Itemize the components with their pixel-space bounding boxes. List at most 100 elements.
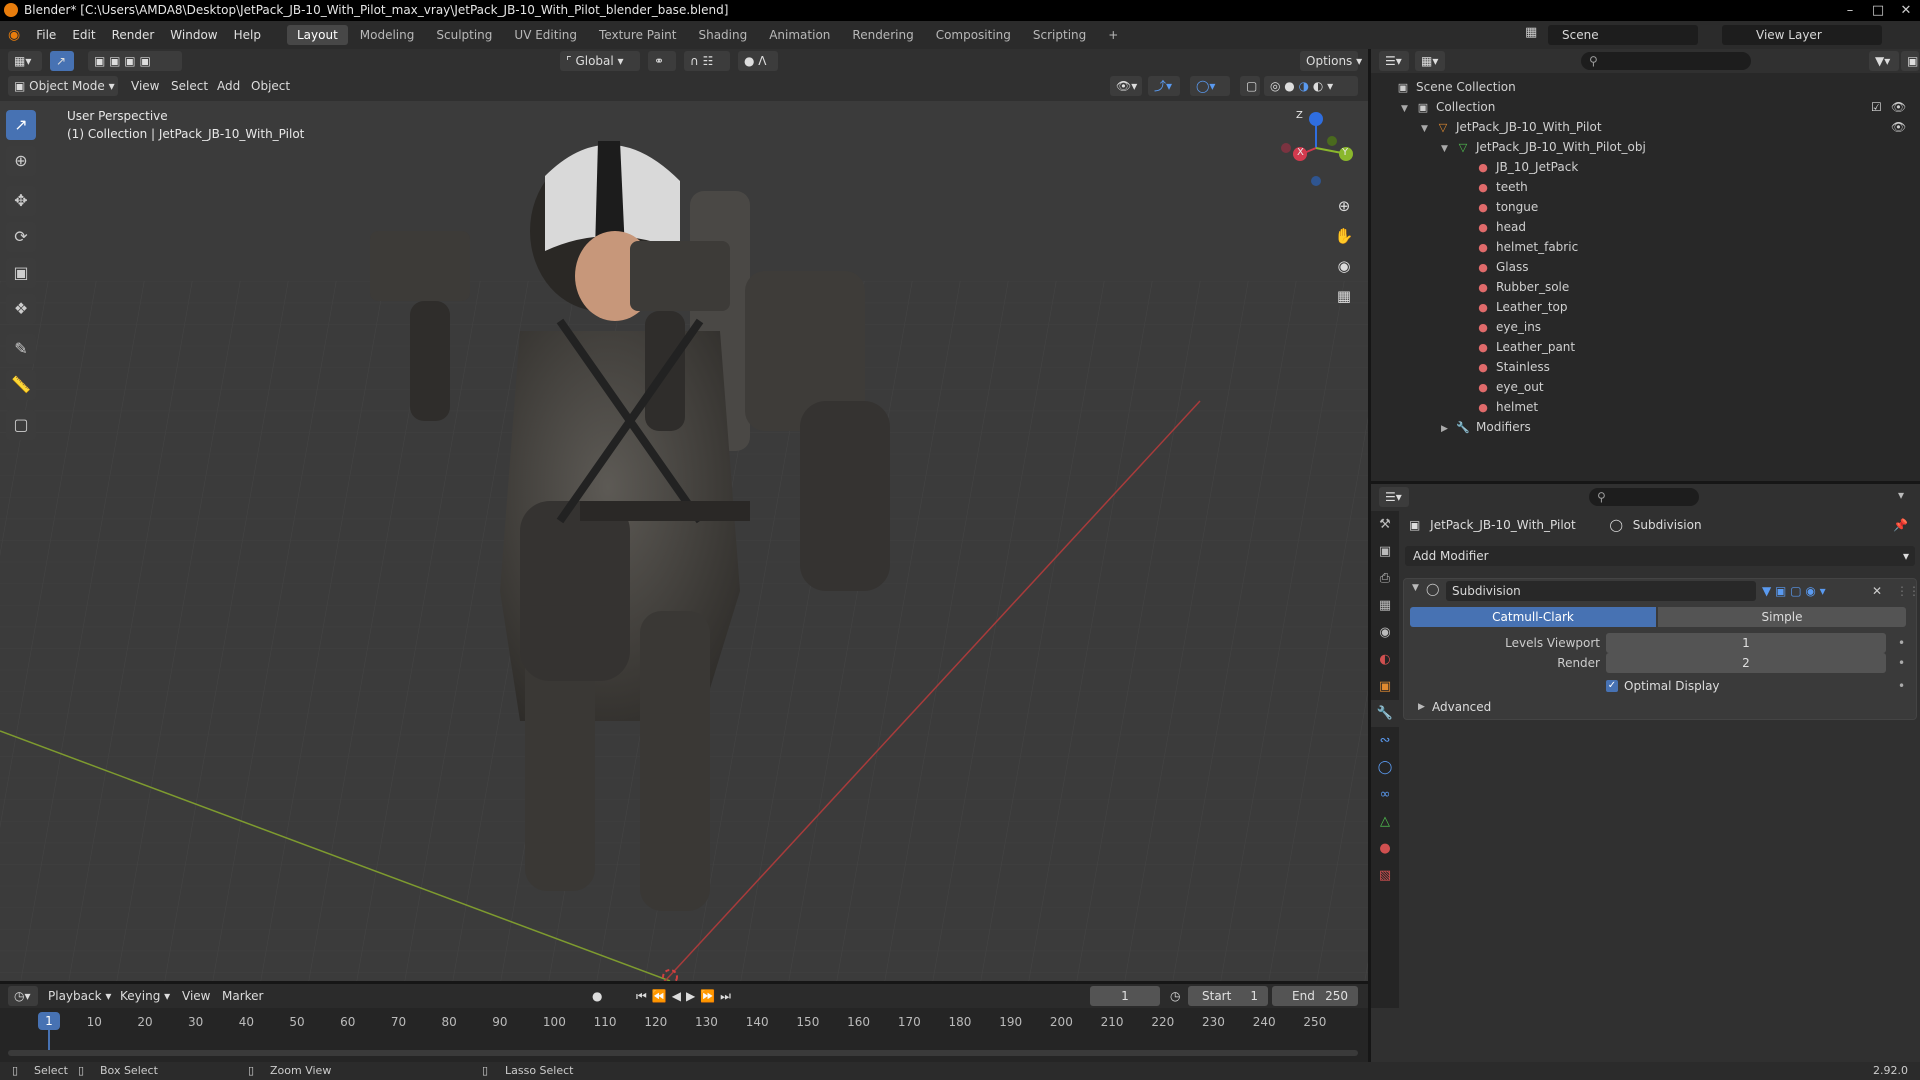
scene-icon[interactable]: ▦ xyxy=(1525,25,1545,45)
cursor-tool-icon[interactable]: ⊕ xyxy=(6,146,36,176)
outliner-search-input[interactable]: ⚲ xyxy=(1581,52,1751,70)
start-frame-field[interactable]: Start 1 xyxy=(1188,986,1268,1006)
keyframe-dot-icon[interactable]: • xyxy=(1898,633,1905,653)
add-cube-tool-icon[interactable]: ▢ xyxy=(6,410,36,440)
data-tab-icon[interactable]: △ xyxy=(1371,808,1399,835)
outliner-row[interactable]: ▼ ▣ Collection 👁 ☑ xyxy=(1401,97,1920,117)
outliner-row[interactable]: ● Glass xyxy=(1461,257,1920,277)
properties-options-icon[interactable]: ▾ xyxy=(1898,488,1904,502)
blender-menu-icon[interactable]: ◉ xyxy=(0,27,28,43)
material-tab-icon[interactable]: ● xyxy=(1371,835,1399,862)
select-mode-icon[interactable]: ↗ xyxy=(50,51,74,71)
outliner-row[interactable]: ▼ ▽ JetPack_JB-10_With_Pilot_obj xyxy=(1441,137,1920,157)
timeline-editor-type-icon[interactable]: ◷▾ xyxy=(8,986,38,1006)
zoom-icon[interactable]: ⊕ xyxy=(1331,193,1357,219)
playback-controls[interactable]: ⏮⏪◀▶⏩⏭ xyxy=(636,986,736,1006)
pivot-point-icon[interactable]: ⚭ xyxy=(648,51,676,71)
tab-rendering[interactable]: Rendering xyxy=(842,25,923,45)
outliner-row[interactable]: ▶ 🔧 Modifiers xyxy=(1441,417,1920,437)
outliner-editor-type-icon[interactable]: ☰▾ xyxy=(1379,51,1409,71)
annotate-tool-icon[interactable]: ✎ xyxy=(6,334,36,364)
outliner-row[interactable]: ● helmet xyxy=(1461,397,1920,417)
timeline-scrollbar[interactable] xyxy=(8,1050,1358,1056)
outliner-row[interactable]: ▼ ▽ JetPack_JB-10_With_Pilot 👁 xyxy=(1421,117,1920,137)
output-tab-icon[interactable]: ⎙ xyxy=(1371,565,1399,592)
scene-selector[interactable]: Scene xyxy=(1548,25,1698,45)
display-mode-icon[interactable]: ▦▾ xyxy=(1415,51,1445,71)
add-modifier-dropdown[interactable]: Add Modifier ▾ xyxy=(1405,546,1915,566)
editor-type-button[interactable]: ▦▾ xyxy=(8,51,42,71)
snap-toggle-icon[interactable]: ∩ ☷ xyxy=(684,51,730,71)
timeline-menu-marker[interactable]: Marker xyxy=(222,986,263,1006)
object-tab-icon[interactable]: ▣ xyxy=(1371,673,1399,700)
camera-view-icon[interactable]: ◉ xyxy=(1331,253,1357,279)
view-layer-tab-icon[interactable]: ▦ xyxy=(1371,592,1399,619)
physics-tab-icon[interactable]: ◯ xyxy=(1371,754,1399,781)
shading-mode-buttons[interactable]: ◎ ● ◑ ◐ ▾ xyxy=(1264,76,1358,96)
modifier-tab-icon[interactable]: 🔧 xyxy=(1371,700,1399,727)
menu-file[interactable]: File xyxy=(28,28,64,42)
menu-render[interactable]: Render xyxy=(104,28,163,42)
select-box-tool-icon[interactable]: ↗ xyxy=(6,110,36,140)
tool-tab-icon[interactable]: ⚒ xyxy=(1371,511,1399,538)
timeline-menu-view[interactable]: View xyxy=(182,986,210,1006)
simple-button[interactable]: Simple xyxy=(1658,607,1906,627)
tab-uv-editing[interactable]: UV Editing xyxy=(504,25,587,45)
timeline-area[interactable]: 10 20 30 40 50 60 70 80 90 100 110 120 130 140 150 160 1… xyxy=(0,1008,1368,1062)
maximize-button[interactable]: □ xyxy=(1864,0,1892,21)
properties-editor-type-icon[interactable]: ☰▾ xyxy=(1379,487,1409,507)
3d-viewport[interactable]: User Perspective (1) Collection | JetPac… xyxy=(0,101,1368,981)
optimal-display-checkbox[interactable]: ✓ xyxy=(1606,680,1618,692)
view-layer-selector[interactable]: View Layer xyxy=(1722,25,1882,45)
xray-icon[interactable]: ▢ xyxy=(1240,76,1260,96)
catmull-clark-button[interactable]: Catmull-Clark xyxy=(1410,607,1656,627)
render-levels-field[interactable]: 2 xyxy=(1606,653,1886,673)
current-frame-field[interactable]: 1 xyxy=(1090,986,1160,1006)
texture-tab-icon[interactable]: ▧ xyxy=(1371,862,1399,889)
visibility-icon[interactable]: 👁▾ xyxy=(1110,76,1142,96)
world-tab-icon[interactable]: ◐ xyxy=(1371,646,1399,673)
filter-icon[interactable]: ▼▾ xyxy=(1869,51,1899,71)
timeline-menu-keying[interactable]: Keying ▾ xyxy=(120,986,170,1006)
tab-texture-paint[interactable]: Texture Paint xyxy=(589,25,686,45)
properties-search-input[interactable]: ⚲ xyxy=(1589,488,1699,506)
expand-arrow-icon[interactable]: ▶ xyxy=(1441,419,1455,439)
minimize-button[interactable]: – xyxy=(1836,0,1864,21)
outliner-row[interactable]: ● Leather_top xyxy=(1461,297,1920,317)
levels-viewport-field[interactable]: 1 xyxy=(1606,633,1886,653)
proportional-edit-icon[interactable]: ● Λ xyxy=(738,51,778,71)
transform-tool-icon[interactable]: ❖ xyxy=(6,294,36,324)
keyframe-dot-icon[interactable]: • xyxy=(1898,653,1905,673)
tab-compositing[interactable]: Compositing xyxy=(926,25,1021,45)
add-workspace-button[interactable]: + xyxy=(1098,25,1128,45)
tab-animation[interactable]: Animation xyxy=(759,25,840,45)
perspective-toggle-icon[interactable]: ▦ xyxy=(1331,283,1357,309)
visibility-eye-icon[interactable]: 👁 xyxy=(1891,97,1920,117)
outliner-row[interactable]: ● JB_10_JetPack xyxy=(1461,157,1920,177)
record-keyframe-icon[interactable]: ● xyxy=(592,986,602,1006)
overlays-icon[interactable]: ◯▾ xyxy=(1190,76,1230,96)
move-tool-icon[interactable]: ✥ xyxy=(6,186,36,216)
menu-edit[interactable]: Edit xyxy=(64,28,103,42)
scale-tool-icon[interactable]: ▣ xyxy=(6,258,36,288)
visibility-eye-icon[interactable]: 👁 xyxy=(1891,117,1920,137)
pan-hand-icon[interactable]: ✋ xyxy=(1331,223,1357,249)
outliner-row[interactable]: ● Stainless xyxy=(1461,357,1920,377)
outliner-row[interactable]: ● tongue xyxy=(1461,197,1920,217)
object-mode-dropdown[interactable]: ▣ Object Mode ▾ xyxy=(8,76,118,96)
outliner-row[interactable]: ● head xyxy=(1461,217,1920,237)
tab-layout[interactable]: Layout xyxy=(286,25,348,45)
modifier-name-field[interactable]: Subdivision xyxy=(1446,581,1756,601)
expand-arrow-icon[interactable]: ▼ xyxy=(1421,119,1435,139)
menu-window[interactable]: Window xyxy=(162,28,225,42)
tab-sculpting[interactable]: Sculpting xyxy=(426,25,502,45)
menu-help[interactable]: Help xyxy=(226,28,269,42)
viewport-menu-view[interactable]: View xyxy=(131,76,159,96)
rotate-tool-icon[interactable]: ⟳ xyxy=(6,222,36,252)
modifier-visibility-toggles[interactable]: ▼ ▣ ▢ ◉ ▾ xyxy=(1762,581,1842,601)
selection-mode-buttons[interactable]: ▣ ▣ ▣ ▣ xyxy=(88,51,182,71)
advanced-subpanel[interactable]: Advanced xyxy=(1432,697,1491,717)
constraints-tab-icon[interactable]: ∞ xyxy=(1371,781,1399,808)
exclude-checkbox[interactable]: ☑ xyxy=(1871,97,1882,117)
transform-orientation-dropdown[interactable]: ⌜ Global ▾ xyxy=(560,51,640,71)
